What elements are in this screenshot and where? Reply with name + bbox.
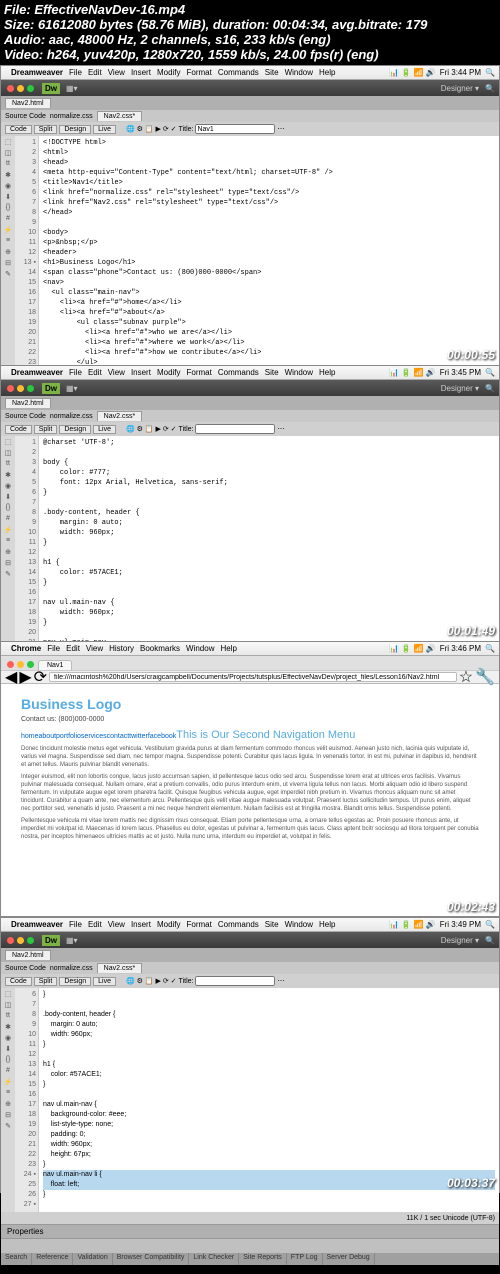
code-toolbar: Code Split Design Live 🌐 ⚙ 📋 ▶ ⟳ ✓ Title… bbox=[1, 122, 499, 136]
lorem-1: Donec tincidunt molestie metus eget vehi… bbox=[21, 745, 479, 769]
size-info: Size: 61612080 bytes (58.76 MiB), durati… bbox=[4, 17, 427, 32]
code-editor-2[interactable]: ⬚◫tt✱◉⬇{}#⚡≡⊕⊟✎ 123456789101112131415161… bbox=[1, 436, 499, 650]
forward-icon[interactable]: ▶ bbox=[19, 667, 31, 687]
traffic-lights[interactable] bbox=[5, 83, 36, 94]
source-code-label: Source Code bbox=[5, 113, 46, 120]
timestamp-4: 00:03:37 bbox=[447, 1176, 495, 1190]
menu-view[interactable]: View bbox=[108, 68, 125, 77]
menu-window[interactable]: Window bbox=[285, 68, 313, 77]
url-input[interactable] bbox=[49, 672, 457, 682]
code-content-2[interactable]: @charset 'UTF-8'; body { color: #777; fo… bbox=[39, 436, 499, 650]
star-icon[interactable]: ☆ bbox=[459, 667, 473, 687]
timestamp-1: 00:00:55 bbox=[447, 348, 495, 362]
title-label: Title: bbox=[179, 126, 194, 133]
highlighted-code: nav ul.main-nav li { float: left; bbox=[43, 1170, 495, 1190]
page-content: Business Logo Contact us: (800)000-0000 … bbox=[1, 684, 499, 857]
lorem-3: Pellentesque vehicula mi vitae lorem mat… bbox=[21, 817, 479, 841]
code-content[interactable]: <!DOCTYPE html> <html> <head> <meta http… bbox=[39, 136, 499, 370]
timestamp-3: 00:02:43 bbox=[447, 900, 495, 914]
menu-edit[interactable]: Edit bbox=[88, 68, 102, 77]
nav-links[interactable]: homeaboutportfolioservicescontacttwitter… bbox=[21, 733, 176, 740]
mac-menubar-chrome: Chrome File Edit View History Bookmarks … bbox=[1, 642, 499, 656]
line-numbers: 12345678910111213 ▪14151617181920212223 bbox=[15, 136, 39, 370]
video-info: Video: h264, yuv420p, 1280x720, 1559 kb/… bbox=[4, 47, 379, 62]
design-btn[interactable]: Design bbox=[59, 125, 91, 134]
audio-info: Audio: aac, 48000 Hz, 2 channels, s16, 2… bbox=[4, 32, 331, 47]
contact-text: Contact us: (800)000-0000 bbox=[21, 716, 479, 723]
chrome-app: Chrome bbox=[11, 644, 41, 653]
code-btn[interactable]: Code bbox=[5, 125, 32, 134]
menu-help[interactable]: Help bbox=[319, 68, 335, 77]
timestamp-2: 00:01:49 bbox=[447, 624, 495, 638]
app-name: Dreamweaver bbox=[11, 68, 63, 77]
nav2-heading: This is Our Second Navigation Menu bbox=[176, 729, 355, 741]
menu-site[interactable]: Site bbox=[265, 68, 279, 77]
wrench-icon[interactable]: 🔧 bbox=[475, 667, 495, 687]
split-btn[interactable]: Split bbox=[34, 125, 58, 134]
source-bar: Source Code normalize.css Nav2.css* bbox=[1, 110, 499, 122]
menu-file[interactable]: File bbox=[69, 68, 82, 77]
menubar-right: 📊 🔋 📶 🔊 Fri 3:44 PM 🔍 bbox=[389, 68, 495, 77]
designer-dropdown[interactable]: Designer ▾ bbox=[441, 84, 479, 93]
doc-tabs: Nav2.html bbox=[1, 96, 499, 110]
mac-menubar: Dreamweaver File Edit View Insert Modify… bbox=[1, 66, 499, 80]
code-content-4[interactable]: } .body-content, header { margin: 0 auto… bbox=[39, 988, 499, 1212]
menu-insert[interactable]: Insert bbox=[131, 68, 151, 77]
file-info: File: EffectiveNavDev-16.mp4 bbox=[4, 2, 185, 17]
tab-nav2-html[interactable]: Nav2.html bbox=[5, 98, 51, 108]
code-editor[interactable]: ⬚◫tt✱◉⬇{}#⚡≡⊕⊟✎ 12345678910111213 ▪14151… bbox=[1, 136, 499, 370]
source-nav2css[interactable]: Nav2.css* bbox=[97, 111, 143, 121]
lorem-2: Integer euismod, elit non lobortis congu… bbox=[21, 773, 479, 813]
code-side-icons[interactable]: ⬚◫tt✱◉⬇{}#⚡≡⊕⊟✎ bbox=[1, 136, 15, 370]
menu-commands[interactable]: Commands bbox=[218, 68, 259, 77]
reload-icon[interactable]: ⟳ bbox=[34, 667, 47, 687]
menu-format[interactable]: Format bbox=[187, 68, 212, 77]
back-icon[interactable]: ◀ bbox=[5, 667, 17, 687]
source-normalize[interactable]: normalize.css bbox=[50, 113, 93, 120]
menu-modify[interactable]: Modify bbox=[157, 68, 181, 77]
dw-toolbar: Dw ▦▾ Designer ▾ 🔍 bbox=[1, 80, 499, 96]
mac-menubar-2: Dreamweaver File Edit View Insert Modify… bbox=[1, 366, 499, 380]
title-input[interactable] bbox=[195, 124, 275, 134]
live-btn[interactable]: Live bbox=[93, 125, 116, 134]
dw-logo-icon: Dw bbox=[42, 83, 60, 94]
code-editor-4[interactable]: ⬚◫tt✱◉⬇{}#⚡≡⊕⊟✎ 678910111213141516171819… bbox=[1, 988, 499, 1212]
page-h1: Business Logo bbox=[21, 696, 479, 712]
